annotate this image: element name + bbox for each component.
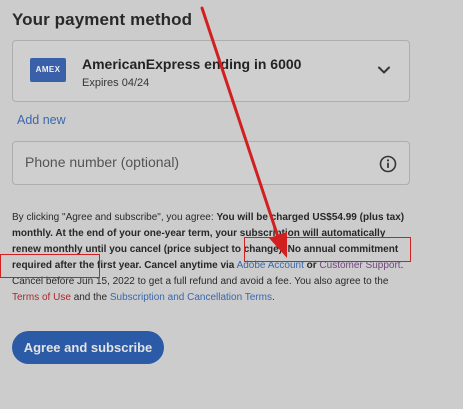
legal-intro: By clicking "Agree and subscribe", you a…: [12, 212, 217, 223]
legal-cancel-text: Cancel anytime via: [144, 260, 235, 271]
legal-end-period: .: [271, 292, 275, 303]
legal-terms-text: By clicking "Agree and subscribe", you a…: [12, 210, 414, 306]
card-name: AmericanExpress ending in 6000: [82, 56, 302, 72]
info-icon[interactable]: [379, 155, 397, 173]
card-expiry: Expires 04/24: [82, 77, 150, 89]
customer-support-link[interactable]: Customer Support: [319, 260, 400, 271]
subscription-terms-link[interactable]: Subscription and Cancellation Terms: [110, 292, 272, 303]
legal-or: or: [306, 260, 317, 271]
phone-field[interactable]: [12, 141, 410, 185]
adobe-account-link[interactable]: Adobe Account: [237, 260, 304, 271]
chevron-down-icon[interactable]: [377, 63, 391, 77]
legal-commitment-2: after the first year.: [54, 260, 142, 271]
payment-method-selector[interactable]: AMEX AmericanExpress ending in 6000 Expi…: [12, 40, 410, 102]
page-title: Your payment method: [12, 10, 193, 29]
agree-and-subscribe-button[interactable]: Agree and subscribe: [12, 331, 164, 364]
phone-input[interactable]: [23, 153, 347, 171]
terms-of-use-link[interactable]: Terms of Use: [12, 292, 71, 303]
legal-and: and the: [73, 292, 108, 303]
add-new-link[interactable]: Add new: [17, 113, 66, 127]
amex-card-logo: AMEX: [30, 58, 66, 82]
